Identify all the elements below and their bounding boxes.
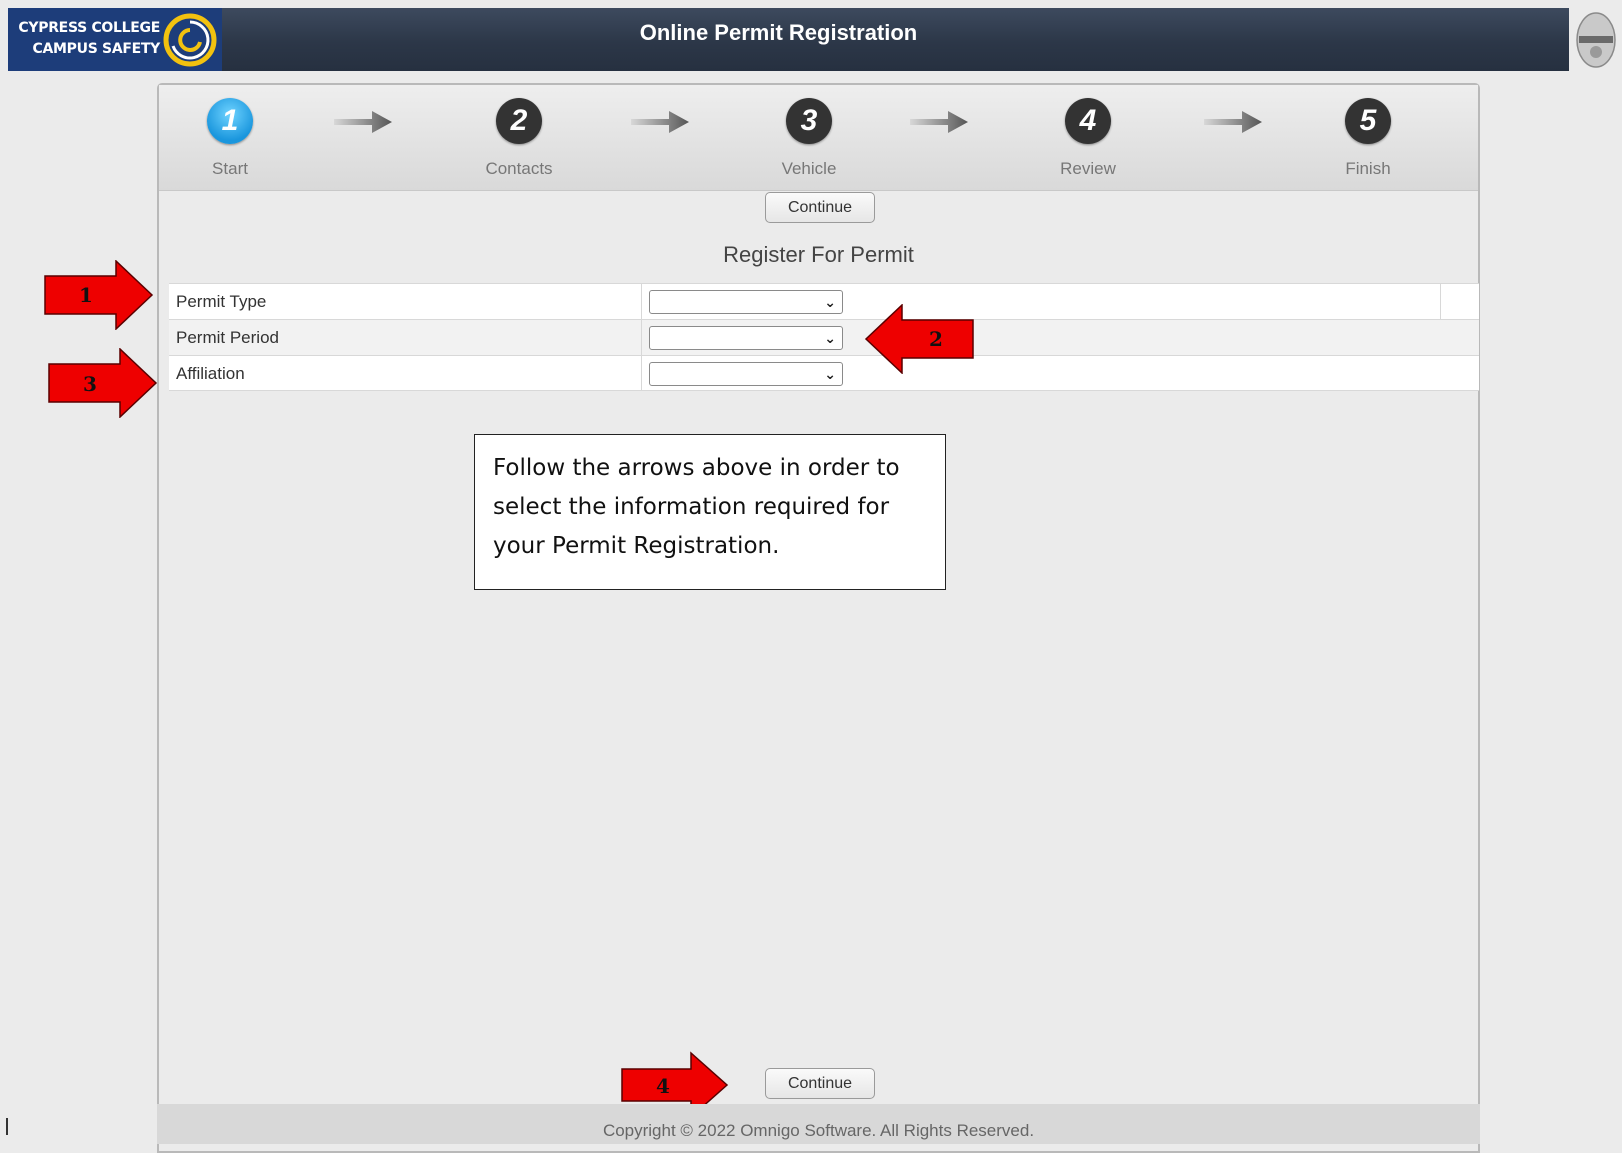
step-number-badge: 3 (786, 98, 832, 144)
page-title: Online Permit Registration (639, 20, 918, 45)
column-divider (1440, 284, 1441, 319)
police-badge-icon (1576, 12, 1616, 68)
arrow-2-number: 2 (929, 327, 943, 351)
arrow-1-number: 1 (79, 283, 93, 307)
permit-type-label: Permit Type (176, 292, 267, 311)
column-divider (641, 356, 642, 390)
form-title: Register For Permit (723, 242, 914, 267)
page-footer: Copyright © 2022 Omnigo Software. All Ri… (157, 1104, 1480, 1144)
column-divider (641, 320, 642, 355)
step-arrow-icon (334, 111, 392, 133)
app-header: CYPRESS COLLEGE CAMPUS SAFETY Online Per… (8, 8, 1569, 71)
step-number-badge: 4 (1065, 98, 1111, 144)
step-label: Start (212, 159, 248, 178)
step-vehicle[interactable]: 3 Vehicle (749, 98, 869, 179)
step-label: Vehicle (781, 159, 837, 178)
annotation-arrow-3-icon: 3 (48, 348, 158, 418)
permit-type-select[interactable]: ⌄ (649, 290, 843, 314)
annotation-arrow-1-icon: 1 (44, 260, 154, 330)
permit-period-label: Permit Period (176, 328, 279, 347)
form-row-permit-period: Permit Period ⌄ (169, 319, 1479, 355)
note-line-2: select the information required for (493, 494, 890, 520)
permit-form-table: Permit Type ⌄ Permit Period ⌄ Affiliatio… (169, 283, 1479, 391)
step-start[interactable]: 1 Start (170, 98, 290, 179)
registration-panel: 1 Start 2 Contacts 3 Vehicle 4 Review 5 … (157, 83, 1480, 1153)
step-label: Review (1060, 159, 1116, 178)
step-number-badge: 1 (207, 98, 253, 144)
arrow-4-number: 4 (656, 1074, 670, 1098)
permit-period-select[interactable]: ⌄ (649, 326, 843, 350)
step-arrow-icon (910, 111, 968, 133)
continue-button-bottom[interactable]: Continue (765, 1068, 875, 1099)
form-row-affiliation: Affiliation ⌄ (169, 355, 1479, 391)
step-finish[interactable]: 5 Finish (1308, 98, 1428, 179)
chevron-down-icon: ⌄ (824, 294, 836, 310)
step-review[interactable]: 4 Review (1028, 98, 1148, 179)
chevron-down-icon: ⌄ (824, 366, 836, 382)
step-arrow-icon (631, 111, 689, 133)
note-line-1: Follow the arrows above in order to (493, 455, 900, 481)
arrow-3-number: 3 (83, 372, 97, 396)
step-label: Finish (1345, 159, 1391, 178)
annotation-arrow-2-icon: 2 (864, 304, 974, 374)
continue-button-top[interactable]: Continue (765, 192, 875, 223)
note-line-3: your Permit Registration. (493, 533, 780, 559)
instruction-note: Follow the arrows above in order to sele… (474, 434, 946, 590)
column-divider (641, 284, 642, 319)
affiliation-select[interactable]: ⌄ (649, 362, 843, 386)
chevron-down-icon: ⌄ (824, 330, 836, 346)
affiliation-label: Affiliation (176, 364, 245, 383)
step-arrow-icon (1204, 111, 1262, 133)
form-row-permit-type: Permit Type ⌄ (169, 283, 1479, 319)
progress-steps: 1 Start 2 Contacts 3 Vehicle 4 Review 5 … (159, 85, 1478, 191)
text-cursor-mark (6, 1118, 8, 1135)
step-number-badge: 2 (496, 98, 542, 144)
step-contacts[interactable]: 2 Contacts (459, 98, 579, 179)
copyright-text: Copyright © 2022 Omnigo Software. All Ri… (602, 1121, 1035, 1140)
step-label: Contacts (485, 159, 553, 178)
step-number-badge: 5 (1345, 98, 1391, 144)
